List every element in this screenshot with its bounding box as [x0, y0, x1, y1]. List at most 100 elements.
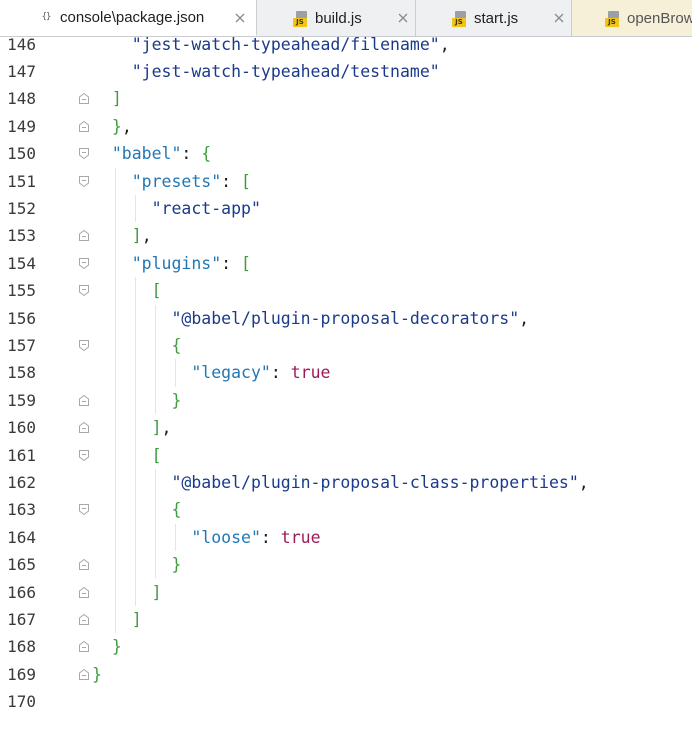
line-number: 159: [7, 390, 36, 410]
code-text: "plugins": [: [131, 253, 251, 273]
code-line[interactable]: 160 ],: [0, 414, 692, 441]
code-text: {: [171, 500, 182, 520]
line-number: 157: [7, 335, 36, 355]
code-text: "babel": {: [111, 144, 212, 164]
fold-end-icon[interactable]: [78, 120, 90, 133]
fold-open-icon[interactable]: [78, 147, 90, 160]
line-number: 158: [7, 363, 36, 383]
tab-label: console\package.json: [60, 8, 205, 26]
fold-open-icon[interactable]: [78, 339, 90, 352]
code-line[interactable]: 159 }: [0, 387, 692, 414]
line-number: 163: [7, 500, 36, 520]
code-line[interactable]: 166 ]: [0, 579, 692, 606]
line-number: 148: [7, 89, 36, 109]
code-line[interactable]: 157 {: [0, 332, 692, 359]
line-number: 156: [7, 308, 36, 328]
js-file-icon: JS: [452, 10, 468, 27]
code-line[interactable]: 151 "presets": [: [0, 168, 692, 195]
fold-open-icon[interactable]: [78, 449, 90, 462]
code-text: ]: [111, 89, 122, 109]
code-text: "jest-watch-typeahead/testname": [131, 61, 440, 81]
line-number: 146: [7, 34, 36, 54]
code-text: ]: [131, 609, 142, 629]
code-editor[interactable]: 146 "jest-watch-typeahead/filename", 147 …: [0, 35, 692, 732]
code-text: }: [111, 637, 122, 657]
code-line[interactable]: 158 "legacy": true: [0, 359, 692, 386]
code-line[interactable]: 170: [0, 688, 692, 715]
fold-end-icon[interactable]: [78, 421, 90, 434]
code-line[interactable]: 168 }: [0, 633, 692, 660]
line-number: 155: [7, 281, 36, 301]
close-icon[interactable]: [232, 10, 248, 26]
fold-end-icon[interactable]: [78, 92, 90, 105]
code-text: "legacy": true: [191, 363, 331, 383]
fold-end-icon[interactable]: [78, 394, 90, 407]
fold-open-icon[interactable]: [78, 175, 90, 188]
fold-end-icon[interactable]: [78, 668, 90, 681]
line-number: 160: [7, 418, 36, 438]
code-text: },: [111, 116, 132, 136]
line-number: 162: [7, 472, 36, 492]
code-line[interactable]: 154 "plugins": [: [0, 250, 692, 277]
line-number: 154: [7, 253, 36, 273]
code-line[interactable]: 162 "@babel/plugin-proposal-class-proper…: [0, 469, 692, 496]
fold-open-icon[interactable]: [78, 503, 90, 516]
code-line[interactable]: 167 ]: [0, 606, 692, 633]
line-number: 149: [7, 116, 36, 136]
fold-open-icon[interactable]: [78, 257, 90, 270]
fold-end-icon[interactable]: [78, 558, 90, 571]
code-line[interactable]: 148 ]: [0, 85, 692, 112]
code-text: }: [171, 555, 182, 575]
code-line[interactable]: 150 "babel": {: [0, 140, 692, 167]
close-icon[interactable]: [395, 10, 411, 26]
code-line[interactable]: 155 [: [0, 277, 692, 304]
code-text: }: [92, 664, 102, 684]
line-number: 166: [7, 582, 36, 602]
line-number: 161: [7, 445, 36, 465]
code-text: }: [171, 390, 182, 410]
code-line[interactable]: 164 "loose": true: [0, 524, 692, 551]
code-line[interactable]: 146 "jest-watch-typeahead/filename",: [0, 31, 692, 58]
js-file-icon: JS: [293, 10, 309, 27]
code-line[interactable]: 152 "react-app": [0, 195, 692, 222]
js-file-icon: JS: [605, 10, 621, 27]
code-line[interactable]: 163 {: [0, 496, 692, 523]
fold-end-icon[interactable]: [78, 640, 90, 653]
code-line[interactable]: 169}: [0, 661, 692, 688]
line-number: 164: [7, 527, 36, 547]
line-number: 152: [7, 198, 36, 218]
line-number: 170: [7, 692, 36, 712]
line-number: 150: [7, 144, 36, 164]
code-line[interactable]: 149 },: [0, 113, 692, 140]
code-text: "@babel/plugin-proposal-decorators",: [171, 308, 530, 328]
tab-label: build.js: [315, 10, 362, 27]
line-number: 147: [7, 61, 36, 81]
code-text: ],: [151, 418, 172, 438]
tab-label: start.js: [474, 10, 519, 27]
code-line[interactable]: 165 }: [0, 551, 692, 578]
fold-open-icon[interactable]: [78, 284, 90, 297]
code-text: "presets": [: [131, 171, 251, 191]
code-line[interactable]: 153 ],: [0, 222, 692, 249]
line-number: 168: [7, 637, 36, 657]
code-text: "jest-watch-typeahead/filename",: [131, 34, 450, 54]
tab-label: openBrow: [627, 10, 692, 27]
line-number: 165: [7, 555, 36, 575]
code-text: "@babel/plugin-proposal-class-properties…: [171, 472, 589, 492]
close-icon[interactable]: [551, 10, 567, 26]
code-text: "loose": true: [191, 527, 321, 547]
code-text: "react-app": [151, 198, 261, 218]
fold-end-icon[interactable]: [78, 586, 90, 599]
code-line[interactable]: 161 [: [0, 442, 692, 469]
json-file-icon: {}: [38, 9, 54, 26]
line-number: 153: [7, 226, 36, 246]
fold-end-icon[interactable]: [78, 229, 90, 242]
fold-end-icon[interactable]: [78, 613, 90, 626]
code-text: ]: [151, 582, 162, 602]
code-text: ],: [131, 226, 152, 246]
code-text: {: [171, 335, 182, 355]
code-line[interactable]: 147 "jest-watch-typeahead/testname": [0, 58, 692, 85]
line-number: 169: [7, 664, 36, 684]
code-line[interactable]: 156 "@babel/plugin-proposal-decorators",: [0, 305, 692, 332]
line-number: 167: [7, 609, 36, 629]
